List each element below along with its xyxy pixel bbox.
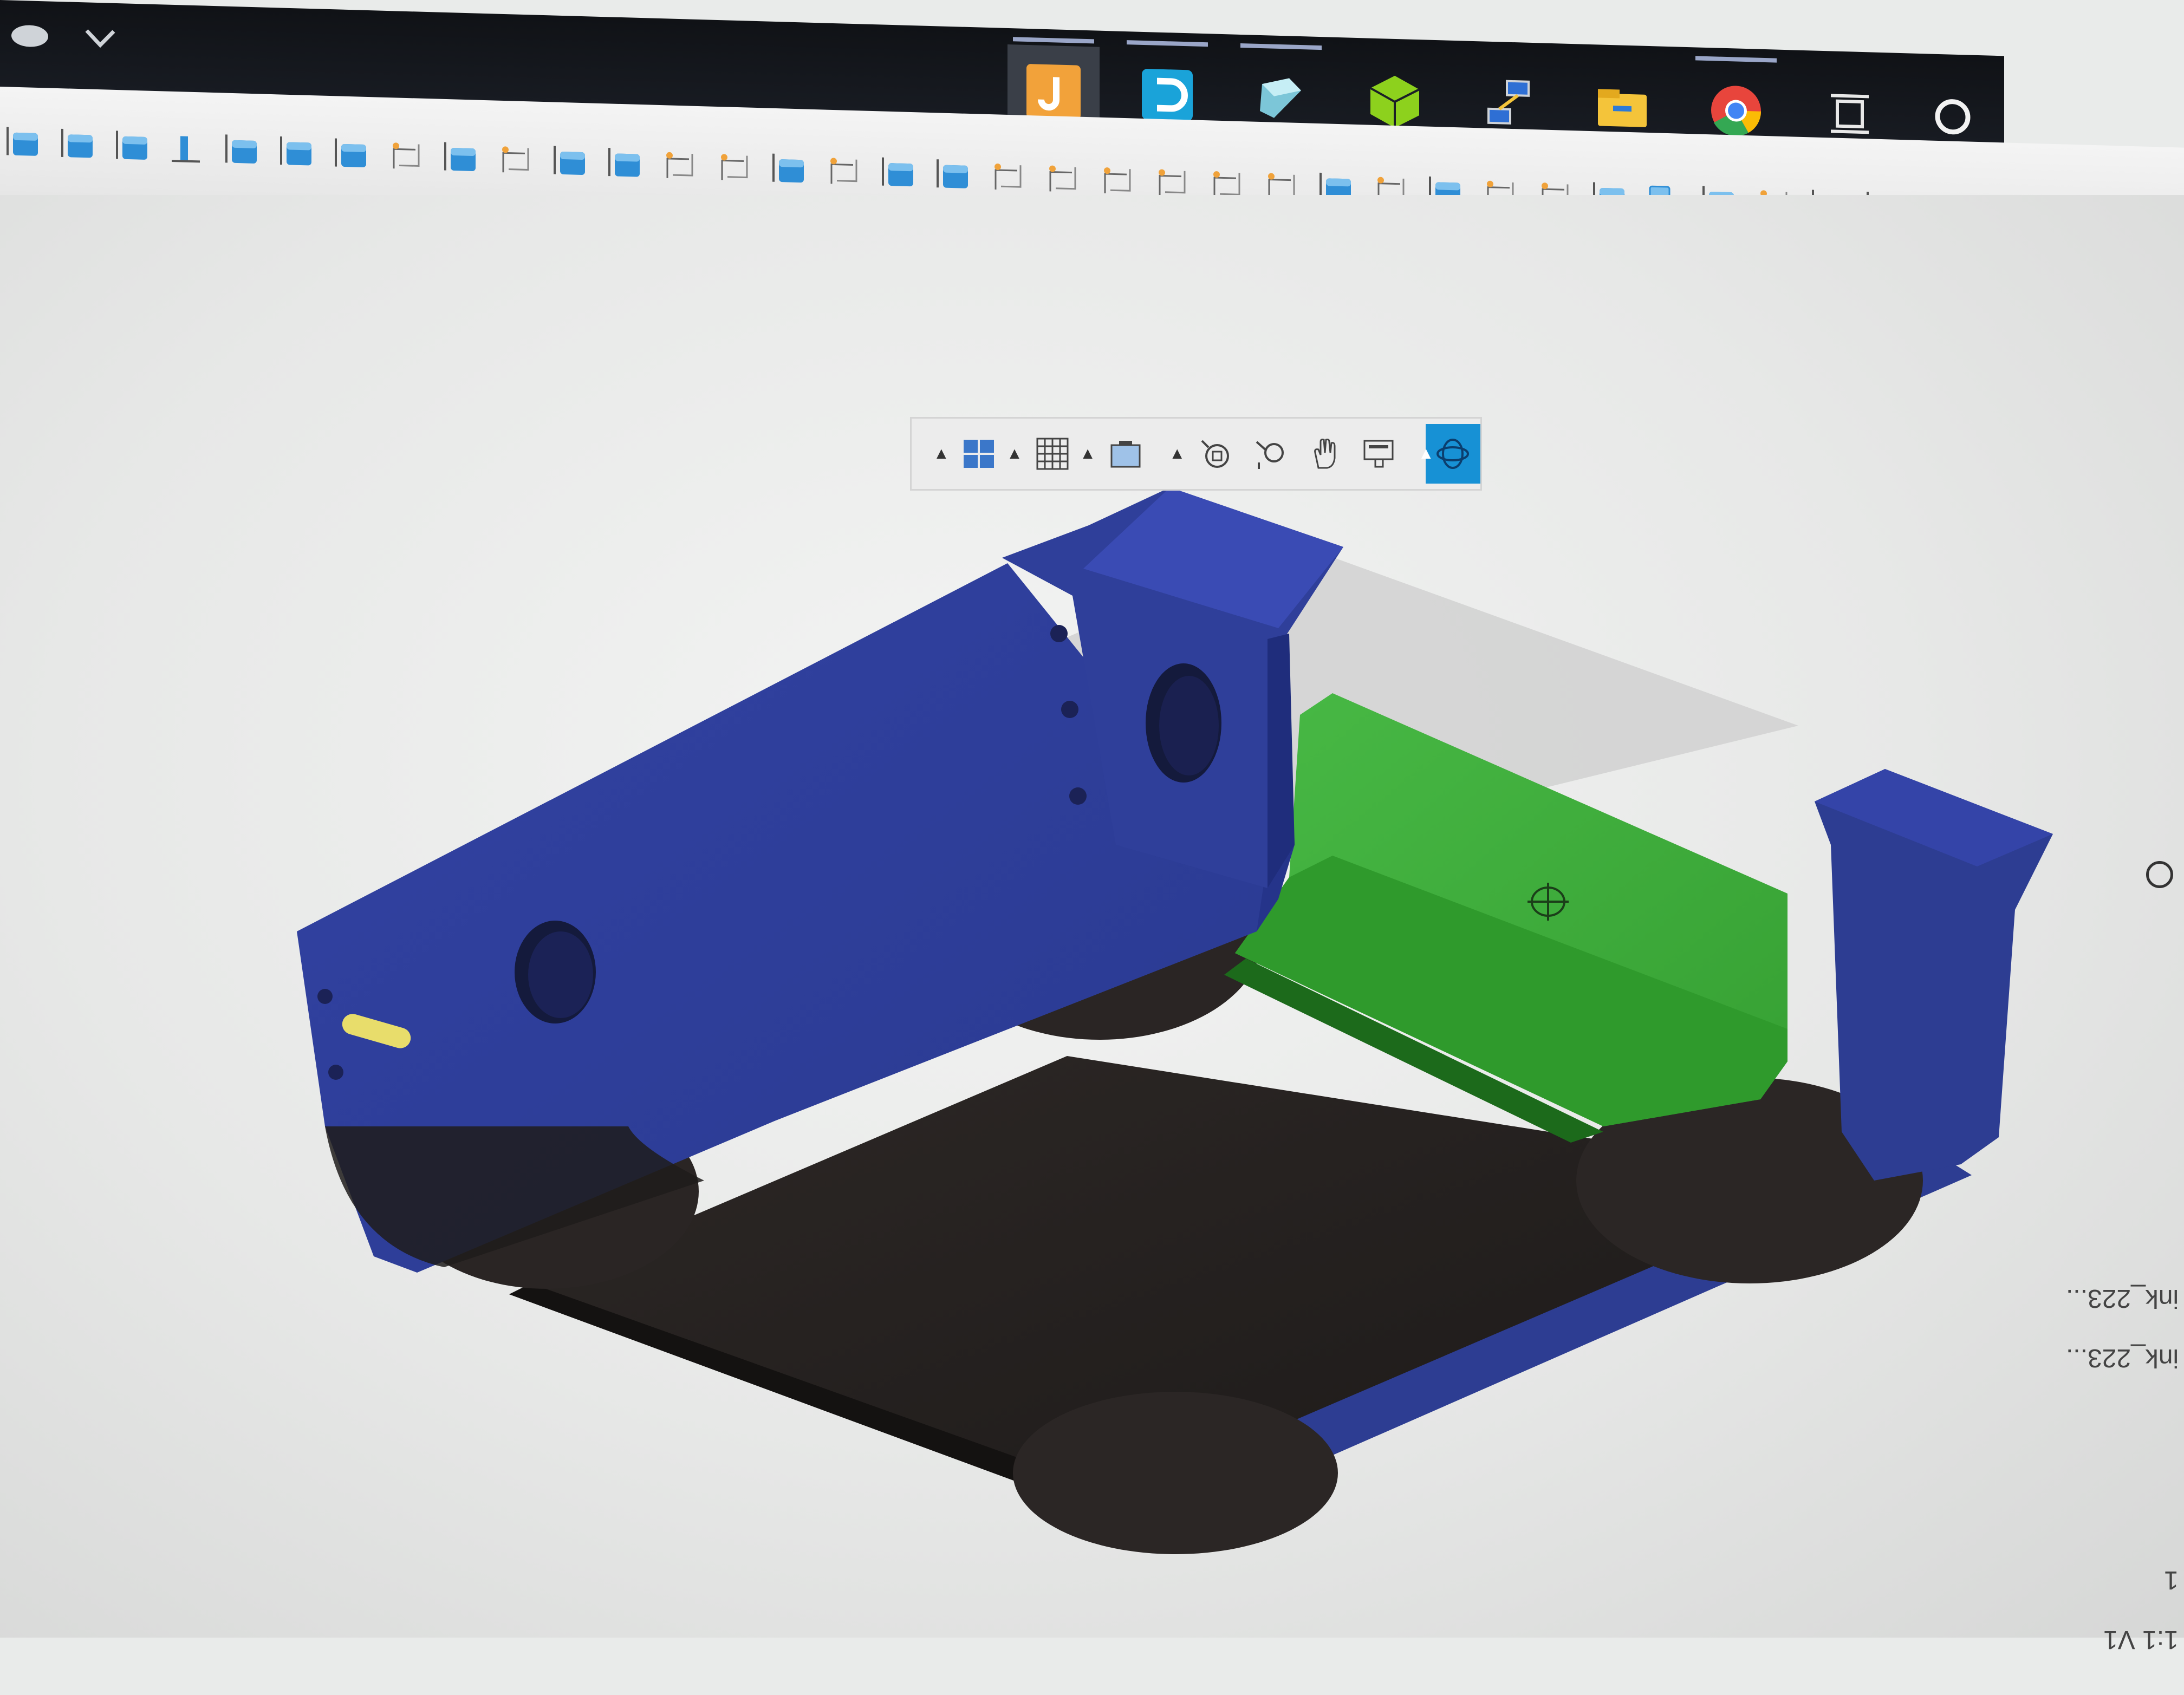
pan-icon xyxy=(1314,439,1336,469)
chrome-app-icon xyxy=(1711,86,1761,136)
browser-label-1: ink_223... xyxy=(2065,1284,2179,1313)
notification-icon[interactable] xyxy=(5,11,54,61)
toolbar-tool-solid-icon[interactable] xyxy=(6,127,38,156)
browser-label-2: ink_223... xyxy=(2065,1344,2179,1372)
orbit-icon xyxy=(1201,440,1229,468)
toolbar-tool-edge-icon[interactable] xyxy=(830,158,857,184)
look-at-button[interactable] xyxy=(1352,424,1407,484)
zoom-window-icon xyxy=(1436,439,1470,469)
toolbar-tool-edge-icon[interactable] xyxy=(393,142,420,169)
pan-button[interactable] xyxy=(1297,424,1352,484)
3d-builder-app-icon xyxy=(1370,75,1420,128)
browser-label-4: 1 xyxy=(2164,1566,2179,1594)
toolbar-tool-solid-icon[interactable] xyxy=(61,128,93,158)
viewports-icon xyxy=(1110,441,1141,468)
toolbar-tool-edge-icon[interactable] xyxy=(994,164,1022,190)
toolbar-tool-solid-icon[interactable] xyxy=(882,157,913,187)
toolbar-tool-solid-icon[interactable] xyxy=(116,131,147,160)
toolbar-tool-solid-icon[interactable] xyxy=(280,136,311,166)
canvas-viewport[interactable]: ▲ ▲ ▲ ▲ ▲ ink_223... ink_223... 1 1:1 V1 xyxy=(0,195,2184,1654)
browser-label-3: 1:1 V1 xyxy=(2103,1625,2179,1654)
toolbar-tool-edge-icon[interactable] xyxy=(1049,165,1076,192)
toolbar-tool-solid-icon[interactable] xyxy=(444,142,476,172)
grid-settings-icon xyxy=(1036,438,1069,470)
toolbar-tool-solid-icon[interactable] xyxy=(937,159,968,188)
network-app-icon xyxy=(1487,80,1530,125)
display-settings-button[interactable] xyxy=(952,424,1006,484)
grid-settings-button[interactable] xyxy=(1025,424,1080,484)
toolbar-tool-solid-icon[interactable] xyxy=(608,148,640,177)
free-orbit-icon xyxy=(1256,441,1284,469)
display-settings-icon xyxy=(964,440,994,468)
fusion-360-app-icon xyxy=(1026,64,1081,120)
dell-support-app-icon xyxy=(1142,69,1193,121)
toolbar-tool-edge-icon[interactable] xyxy=(721,154,748,180)
radio-button-icon[interactable] xyxy=(2146,861,2173,888)
free-orbit-button[interactable] xyxy=(1243,424,1297,484)
toolbar-tool-edge-icon[interactable] xyxy=(1159,169,1186,195)
orbit-button[interactable] xyxy=(1187,424,1242,484)
cortana-icon xyxy=(1935,99,1971,135)
browser-panel-edge: ink_223... ink_223... 1 1:1 V1 xyxy=(2066,861,2184,1695)
file-explorer-app-icon xyxy=(1598,89,1647,127)
navigation-bar: ▲ ▲ ▲ ▲ ▲ xyxy=(910,417,1482,491)
toolbar-tool-solid-icon[interactable] xyxy=(772,153,804,183)
3d-viewer-app-icon xyxy=(1260,78,1301,118)
toolbar-tool-edge-icon[interactable] xyxy=(666,152,693,179)
viewports-button[interactable] xyxy=(1098,424,1153,484)
toolbar-tool-edge-icon[interactable] xyxy=(1213,171,1240,198)
chevron-down-icon[interactable] xyxy=(76,13,125,63)
model-render xyxy=(297,487,2053,1554)
toolbar-tool-solid-icon[interactable] xyxy=(335,138,366,168)
look-at-icon xyxy=(1363,440,1394,468)
toolbar-tool-edge-icon[interactable] xyxy=(1104,167,1131,194)
toolbar-tool-edge-icon[interactable] xyxy=(502,146,529,173)
task-view-icon xyxy=(1831,94,1869,134)
toolbar-tool-solid-icon[interactable] xyxy=(554,146,585,175)
toolbar-tool-solid-icon[interactable] xyxy=(225,134,257,164)
toolbar-tool-sketch-icon[interactable] xyxy=(172,136,200,163)
